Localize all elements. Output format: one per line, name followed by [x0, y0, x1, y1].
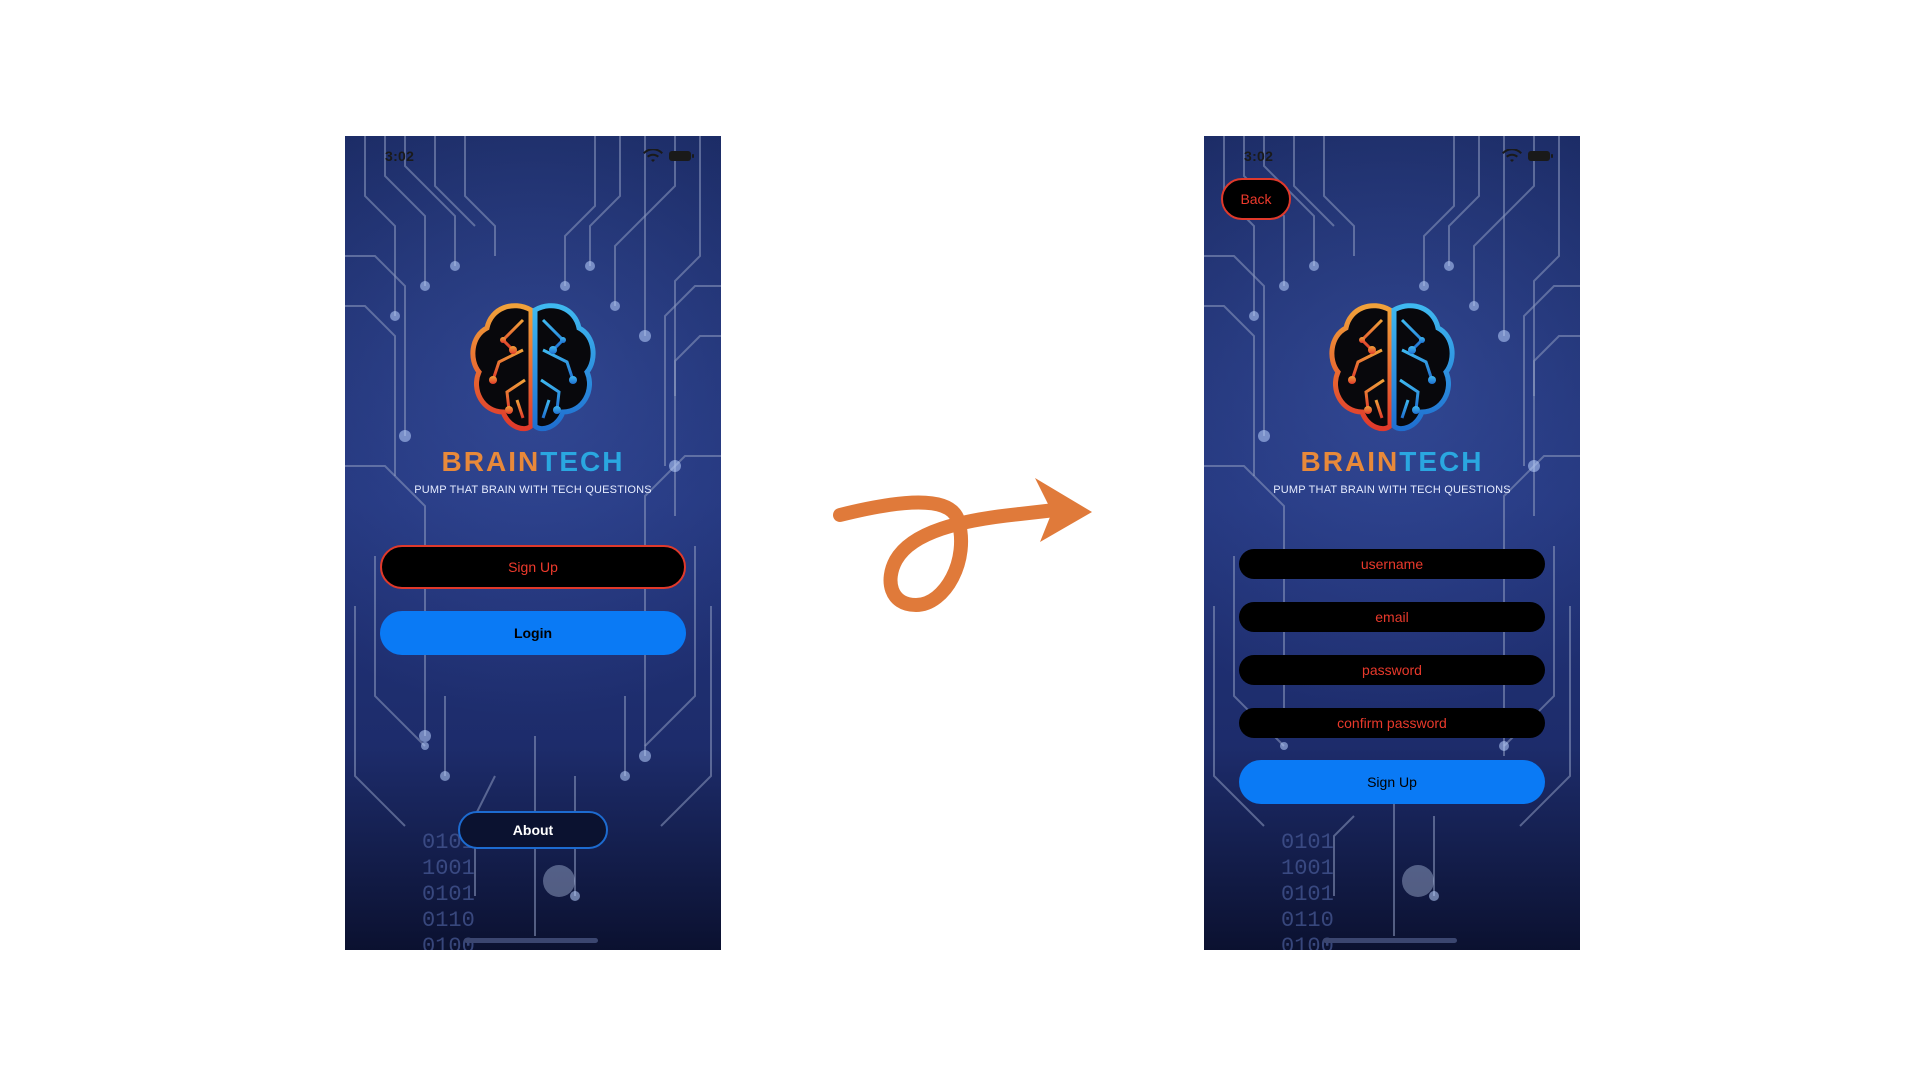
status-icons	[643, 149, 694, 162]
brand-name-part1: BRAIN	[1300, 446, 1400, 477]
svg-text:1001: 1001	[1281, 856, 1334, 881]
email-field[interactable]: email	[1239, 602, 1545, 632]
signup-button[interactable]: Sign Up	[380, 545, 686, 589]
password-field[interactable]: password	[1239, 655, 1545, 685]
login-button[interactable]: Login	[380, 611, 686, 655]
brand-name-part1: BRAIN	[441, 446, 541, 477]
circuit-background: 0101 1001 0101 0110 0100	[1204, 136, 1580, 950]
transition-arrow-icon	[833, 478, 1092, 613]
status-time: 3:02	[1244, 148, 1274, 164]
confirm-password-field[interactable]: confirm password	[1239, 708, 1545, 738]
home-indicator[interactable]	[1323, 938, 1457, 943]
username-field[interactable]: username	[1239, 549, 1545, 579]
back-button[interactable]: Back	[1221, 178, 1291, 220]
svg-text:0101: 0101	[1281, 830, 1334, 855]
svg-text:0101: 0101	[1281, 882, 1334, 907]
svg-text:0110: 0110	[422, 908, 475, 933]
brand-tagline: PUMP THAT BRAIN WITH TECH QUESTIONS	[414, 484, 652, 496]
status-bar: 3:02	[1204, 146, 1580, 166]
status-icons	[1502, 149, 1553, 162]
brand-name-part2: TECH	[540, 446, 625, 477]
welcome-screen: 0101 1001 0101 0110 0100 3:02 BRAINTECH …	[345, 136, 721, 950]
battery-icon	[669, 151, 694, 161]
svg-text:0101: 0101	[422, 882, 475, 907]
status-bar: 3:02	[345, 146, 721, 166]
signup-screen: 0101 1001 0101 0110 0100 3:02 Back BRAIN…	[1204, 136, 1580, 950]
brain-logo-icon	[1329, 303, 1455, 432]
brand-tagline: PUMP THAT BRAIN WITH TECH QUESTIONS	[1273, 484, 1511, 496]
svg-text:0110: 0110	[1281, 908, 1334, 933]
about-button[interactable]: About	[458, 811, 608, 849]
home-indicator[interactable]	[464, 938, 598, 943]
signup-submit-button[interactable]: Sign Up	[1239, 760, 1545, 804]
battery-icon	[1528, 151, 1553, 161]
svg-text:1001: 1001	[422, 856, 475, 881]
status-time: 3:02	[385, 148, 415, 164]
brand-wordmark: BRAINTECH	[1204, 446, 1580, 478]
brand-wordmark: BRAINTECH	[345, 446, 721, 478]
wifi-icon	[1502, 149, 1522, 162]
brain-logo-icon	[470, 303, 596, 432]
brand-name-part2: TECH	[1399, 446, 1484, 477]
wifi-icon	[643, 149, 663, 162]
